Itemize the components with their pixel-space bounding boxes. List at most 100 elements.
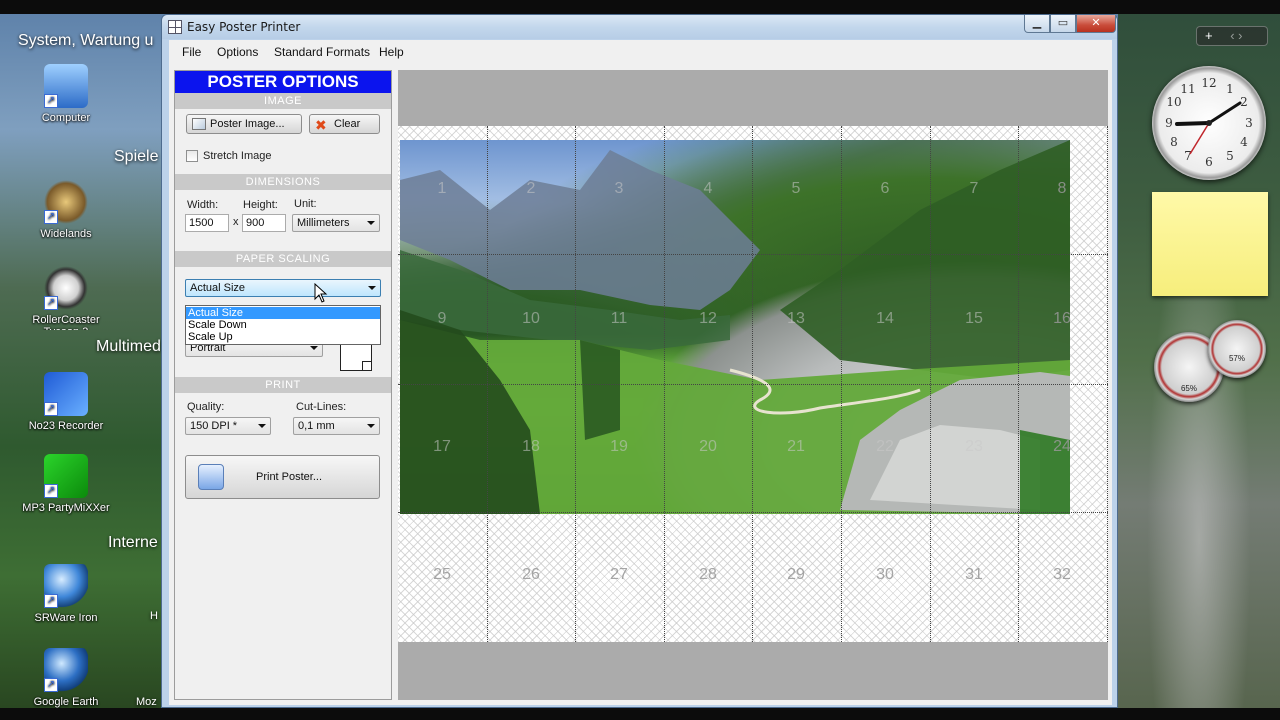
desktop-icon-widelands[interactable]: ↗ Widelands [14,180,118,240]
desktop-icon-google-earth[interactable]: ↗ Google Earth [14,648,118,708]
computer-icon: ↗ [44,64,88,108]
page-number: 1 [437,180,447,197]
recorder-icon: ↗ [44,372,88,416]
page-number: 30 [876,566,894,583]
chevron-down-icon [367,221,375,225]
paper-scaling-select[interactable]: Actual Size [185,279,381,297]
height-label: Height: [243,199,278,211]
section-header-print: PRINT [175,377,391,393]
unit-select[interactable]: Millimeters [292,214,380,232]
sticky-note-gadget[interactable] [1152,192,1268,296]
clear-button[interactable]: ✖ Clear [309,114,380,134]
app-icon[interactable] [168,20,182,34]
chevron-down-icon [310,346,318,350]
desktop-category-internet: Interne [108,534,158,551]
dropdown-option-actual-size[interactable]: Actual Size [186,307,380,319]
panda-icon: ↗ [44,266,88,310]
gadget-nav-arrows-icon[interactable]: ‹ › [1230,28,1242,43]
panel-title: POSTER OPTIONS [175,71,391,93]
page-number: 19 [610,438,628,455]
page-number: 29 [787,566,805,583]
add-gadget-icon[interactable]: + [1205,28,1213,43]
cut-lines-select[interactable]: 0,1 mm [293,417,380,435]
section-header-dimensions: DIMENSIONS [175,174,391,190]
poster-preview: 1 2 3 4 5 6 7 8 9 10 11 12 13 14 15 16 1… [398,70,1108,700]
memory-meter-gadget[interactable]: 57% [1208,320,1266,378]
desktop-icon-mp3-partymixxer[interactable]: ↗ MP3 PartyMiXXer [14,454,118,514]
desktop-icon-label: Google Earth [33,696,99,708]
page-number: 18 [522,438,540,455]
minimize-button[interactable]: ▁ [1024,15,1050,33]
stretch-image-checkbox[interactable] [186,150,198,162]
page-number: 21 [787,438,805,455]
svg-text:2: 2 [1240,95,1248,109]
page-number: 2 [526,180,536,197]
width-input[interactable]: 1500 [185,214,229,232]
svg-text:11: 11 [1180,82,1195,96]
desktop-category-multimedia: Multimed [96,338,161,355]
desktop-icon-no23-recorder[interactable]: ↗ No23 Recorder [14,372,118,432]
memory-meter-value: 57% [1228,354,1245,363]
page-number: 6 [880,180,890,197]
menu-help[interactable]: Help [379,45,404,59]
page-number: 25 [433,566,451,583]
page-number: 4 [703,180,713,197]
dimension-times-label: x [233,216,239,228]
height-input[interactable]: 900 [242,214,286,232]
quality-label: Quality: [187,401,225,413]
desktop-icon-computer[interactable]: ↗ Computer [14,64,118,124]
page-number: 3 [614,180,624,197]
window-title: Easy Poster Printer [187,20,301,34]
menu-options[interactable]: Options [217,45,258,59]
cut-line-horizontal [398,254,1108,255]
desktop-icon-label: RollerCoaster Tycoon 3 [32,314,100,330]
desktop-icon-srware-iron[interactable]: ↗ SRWare Iron [14,564,118,624]
menu-file[interactable]: File [182,45,201,59]
menu-standard-formats[interactable]: Standard Formats [274,45,370,59]
svg-text:5: 5 [1226,149,1234,163]
chevron-down-icon [368,286,376,290]
svg-text:10: 10 [1166,95,1181,109]
gadget-toolbar[interactable]: + ‹ › [1196,26,1268,46]
svg-text:7: 7 [1184,149,1192,163]
clock-face-icon: 12 12 345 678 91011 [1165,76,1253,169]
desktop-icon-rollercoaster[interactable]: ↗ RollerCoaster Tycoon 3 [14,266,118,330]
page-number: 11 [610,310,628,327]
widelands-icon: ↗ [44,180,88,224]
quality-value: 150 DPI * [190,420,238,432]
menu-bar: File Options Standard Formats Help [169,40,1112,62]
stretch-image-label: Stretch Image [203,150,272,162]
poster-paper-grid: 1 2 3 4 5 6 7 8 9 10 11 12 13 14 15 16 1… [398,126,1108,642]
poster-image-button-label: Poster Image... [210,118,285,130]
dropdown-option-scale-up[interactable]: Scale Up [186,331,380,343]
svg-text:8: 8 [1170,135,1178,149]
page-number: 31 [965,566,983,583]
quality-select[interactable]: 150 DPI * [185,417,271,435]
page-number: 7 [969,180,979,197]
chevron-down-icon [367,424,375,428]
dropdown-option-scale-down[interactable]: Scale Down [186,319,380,331]
svg-text:3: 3 [1245,116,1253,130]
page-number: 23 [965,438,983,455]
print-poster-button-label: Print Poster... [256,471,323,483]
printer-icon [198,464,224,490]
print-poster-button[interactable]: Print Poster... [185,455,380,499]
page-number: 20 [699,438,717,455]
svg-text:9: 9 [1165,116,1173,130]
page-number: 15 [965,310,983,327]
page-number: 28 [699,566,717,583]
desktop-icon-label: Computer [41,112,91,124]
cut-lines-value: 0,1 mm [298,420,335,432]
poster-image-button[interactable]: Poster Image... [186,114,302,134]
open-image-icon [192,118,206,130]
iron-browser-icon: ↗ [44,564,88,608]
page-number: 22 [876,438,894,455]
page-number: 27 [610,566,628,583]
clock-gadget[interactable]: 12 1 2 345 678 9 10 11 [1152,66,1266,180]
maximize-button[interactable]: ▭ [1050,15,1076,33]
page-number: 17 [433,438,451,455]
music-note-icon: ↗ [44,454,88,498]
window-titlebar[interactable]: Easy Poster Printer ▁ ▭ ✕ [162,15,1117,39]
close-button[interactable]: ✕ [1076,15,1116,33]
easy-poster-printer-window: Easy Poster Printer ▁ ▭ ✕ File Options S… [161,14,1118,708]
